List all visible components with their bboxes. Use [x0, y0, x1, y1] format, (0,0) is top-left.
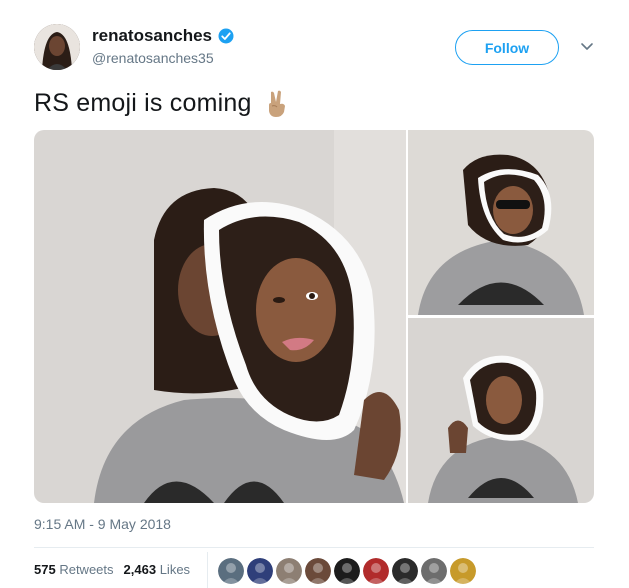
likes-count: 2,463 — [123, 562, 157, 577]
verified-badge-icon — [218, 28, 234, 44]
liker-avatars — [218, 558, 476, 584]
photo-main[interactable] — [34, 130, 406, 503]
retweets-stat[interactable]: 575 Retweets — [34, 562, 114, 577]
tweet-text: RS emoji is coming — [34, 88, 292, 118]
liker-avatar[interactable] — [247, 558, 273, 584]
liker-avatar[interactable] — [421, 558, 447, 584]
liker-avatar[interactable] — [450, 558, 476, 584]
media-grid — [34, 130, 594, 503]
liker-avatar[interactable] — [392, 558, 418, 584]
tweet-stats: 575 Retweets 2,463 Likes — [34, 562, 190, 577]
divider — [34, 547, 594, 548]
liker-avatar[interactable] — [334, 558, 360, 584]
photo-bottom-right[interactable] — [408, 318, 594, 503]
photo-top-right[interactable] — [408, 130, 594, 315]
likes-stat[interactable]: 2,463 Likes — [124, 562, 191, 577]
retweets-count: 575 — [34, 562, 56, 577]
user-handle[interactable]: @renatosanches35 — [92, 50, 235, 66]
display-name-row[interactable]: renatosanches — [92, 26, 235, 46]
tweet-header: renatosanches @renatosanches35 Follow — [34, 22, 604, 74]
liker-avatar[interactable] — [363, 558, 389, 584]
likes-label: Likes — [159, 562, 191, 577]
follow-button[interactable]: Follow — [455, 30, 559, 65]
liker-avatar[interactable] — [305, 558, 331, 584]
stats-separator — [207, 552, 208, 588]
retweets-label: Retweets — [59, 562, 114, 577]
tweet-timestamp[interactable]: 9:15 AM - 9 May 2018 — [34, 516, 171, 532]
victory-hand-emoji-icon — [268, 90, 285, 117]
liker-avatar[interactable] — [218, 558, 244, 584]
user-names: renatosanches @renatosanches35 — [92, 26, 235, 66]
avatar[interactable] — [34, 24, 80, 70]
liker-avatar[interactable] — [276, 558, 302, 584]
chevron-down-icon[interactable] — [579, 38, 595, 54]
display-name[interactable]: renatosanches — [92, 26, 212, 46]
tweet-text-content: RS emoji is coming — [34, 88, 252, 117]
